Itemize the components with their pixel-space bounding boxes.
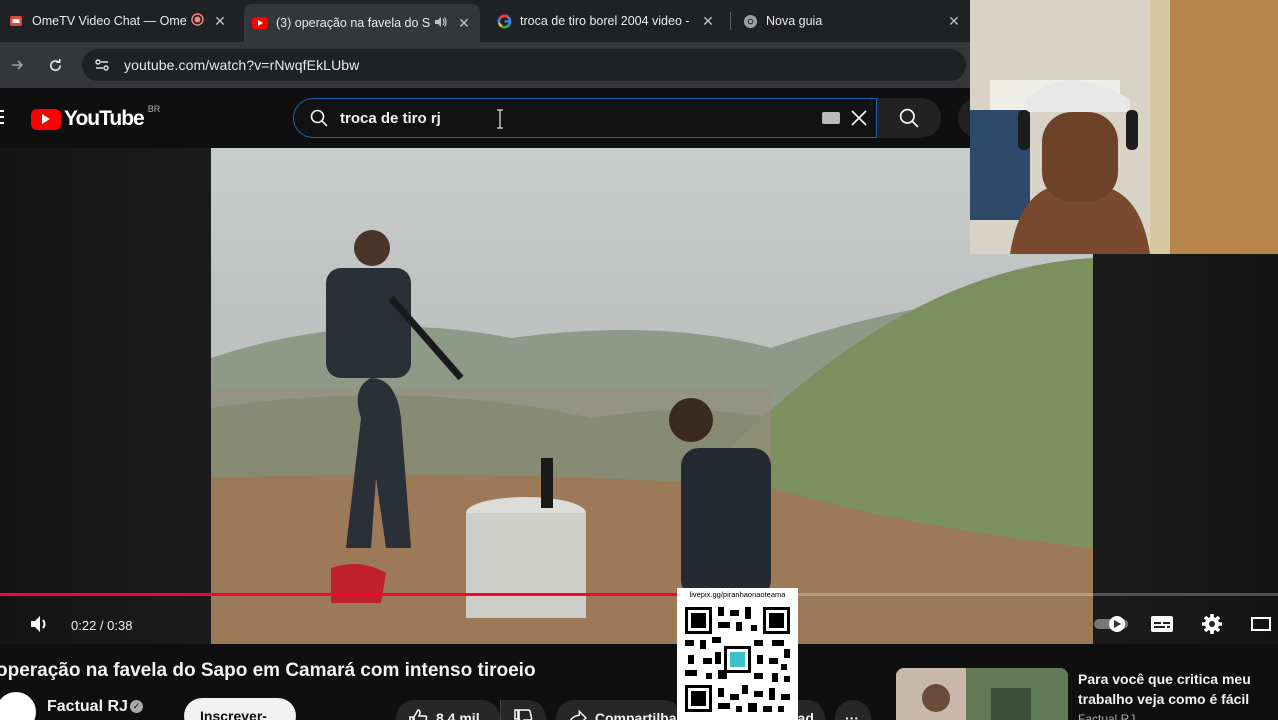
youtube-favicon-icon bbox=[252, 15, 268, 31]
text-cursor-icon bbox=[494, 109, 506, 129]
channel-name[interactable]: Factual RJ bbox=[47, 698, 128, 716]
search-query-text: troca de tiro rj bbox=[340, 109, 441, 127]
speaker-icon[interactable] bbox=[434, 16, 448, 31]
theater-icon bbox=[1251, 617, 1271, 631]
menu-icon[interactable] bbox=[0, 110, 4, 128]
recommended-video-channel: Factual RJ bbox=[1078, 712, 1136, 720]
theater-mode-button[interactable] bbox=[1250, 614, 1272, 634]
search-icon bbox=[310, 109, 328, 127]
autoplay-icon bbox=[1094, 616, 1128, 632]
recommended-video-title[interactable]: Para você que critica meu trabalho veja … bbox=[1078, 669, 1268, 709]
youtube-play-icon bbox=[31, 108, 61, 130]
thumbs-up-icon bbox=[409, 709, 428, 720]
site-settings-icon[interactable] bbox=[92, 55, 112, 75]
browser-toolbar: youtube.com/watch?v=rNwqfEkLUbw bbox=[0, 42, 970, 88]
autoplay-toggle[interactable] bbox=[1094, 612, 1130, 636]
more-actions-button[interactable]: ··· bbox=[835, 700, 871, 720]
reload-icon bbox=[49, 58, 61, 71]
video-frame[interactable] bbox=[211, 148, 1093, 644]
tab-new-tab[interactable]: Nova guia ✕ bbox=[734, 6, 970, 36]
volume-button[interactable] bbox=[28, 612, 52, 636]
search-icon bbox=[899, 108, 919, 128]
qr-caption: livepix.gg/piranhaonaoteama bbox=[689, 590, 786, 599]
tab-title: OmeTV Video Chat — Ome bbox=[32, 14, 187, 28]
close-tab-icon[interactable]: ✕ bbox=[700, 13, 716, 30]
close-tab-icon[interactable]: ✕ bbox=[946, 13, 962, 30]
arrow-right-icon bbox=[12, 60, 24, 70]
share-label: Compartilhar bbox=[594, 710, 682, 720]
forward-button[interactable] bbox=[2, 50, 32, 80]
youtube-header: YouTube BR troca de tiro rj bbox=[0, 88, 998, 148]
tab-google-search[interactable]: troca de tiro borel 2004 video - ✕ bbox=[488, 6, 724, 36]
url-text: youtube.com/watch?v=rNwqfEkLUbw bbox=[124, 57, 360, 73]
reload-button[interactable] bbox=[40, 50, 70, 80]
webcam-overlay bbox=[970, 0, 1278, 254]
youtube-logo[interactable]: YouTube BR bbox=[31, 104, 161, 131]
gear-icon bbox=[1202, 614, 1222, 634]
like-button[interactable]: 8,4 mil bbox=[396, 700, 500, 720]
keyboard-icon[interactable] bbox=[822, 112, 840, 124]
progress-bar-fill bbox=[0, 593, 740, 596]
tab-youtube[interactable]: (3) operação na favela do S ✕ bbox=[244, 4, 480, 42]
ometv-favicon-icon bbox=[8, 13, 24, 29]
player-controls: 0:22 / 0:38 bbox=[0, 604, 1278, 644]
address-bar[interactable]: youtube.com/watch?v=rNwqfEkLUbw bbox=[82, 49, 966, 81]
google-favicon-icon bbox=[496, 13, 512, 29]
youtube-wordmark: YouTube bbox=[64, 107, 145, 130]
tab-title: (3) operação na favela do S bbox=[276, 16, 430, 30]
tab-title: troca de tiro borel 2004 video - bbox=[520, 14, 690, 28]
channel-avatar[interactable] bbox=[0, 692, 36, 720]
thumbnail-image bbox=[896, 668, 1068, 720]
qr-code-icon bbox=[682, 604, 793, 715]
progress-bar[interactable] bbox=[0, 593, 1278, 596]
livepix-qr-overlay: livepix.gg/piranhaonaoteama bbox=[677, 588, 798, 720]
close-tab-icon[interactable]: ✕ bbox=[212, 13, 228, 30]
tab-separator bbox=[730, 12, 731, 30]
search-button[interactable] bbox=[877, 98, 941, 138]
subtitles-icon bbox=[1151, 616, 1173, 632]
verified-check-icon: ✓ bbox=[130, 700, 143, 713]
clear-search-icon[interactable] bbox=[848, 107, 870, 129]
subscribe-button[interactable]: Inscrever-se bbox=[184, 698, 296, 720]
settings-button[interactable] bbox=[1200, 612, 1224, 636]
search-input[interactable]: troca de tiro rj bbox=[293, 98, 877, 138]
share-icon bbox=[569, 710, 587, 720]
volume-icon bbox=[31, 616, 46, 632]
browser-tab-bar: OmeTV Video Chat — Ome ✕ (3) operação na… bbox=[0, 0, 970, 42]
recording-icon bbox=[191, 13, 204, 29]
tab-title: Nova guia bbox=[766, 14, 823, 28]
chrome-favicon-icon bbox=[742, 13, 758, 29]
more-icon: ··· bbox=[845, 710, 859, 720]
country-code: BR bbox=[147, 104, 161, 114]
video-title: operação na favela do Sapo em Camará com… bbox=[0, 660, 536, 681]
time-display: 0:22 / 0:38 bbox=[71, 618, 133, 633]
like-count: 8,4 mil bbox=[436, 710, 480, 720]
webcam-feed bbox=[970, 0, 1278, 254]
close-tab-icon[interactable]: ✕ bbox=[456, 15, 472, 32]
subtitles-button[interactable] bbox=[1150, 612, 1174, 636]
dislike-button[interactable] bbox=[500, 700, 546, 720]
video-scene bbox=[211, 148, 1093, 644]
tab-ometv[interactable]: OmeTV Video Chat — Ome ✕ bbox=[0, 6, 236, 36]
thumbs-down-icon bbox=[514, 709, 533, 720]
recommended-video-thumbnail[interactable] bbox=[896, 668, 1068, 720]
share-button[interactable]: Compartilhar bbox=[556, 700, 682, 720]
